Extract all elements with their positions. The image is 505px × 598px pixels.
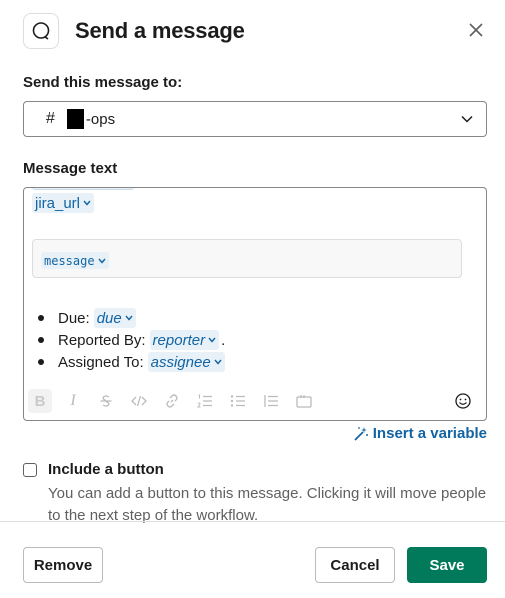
message-editor[interactable]: jira_url message Due: due Reported By: r… <box>23 187 487 421</box>
italic-icon[interactable]: I <box>61 389 85 413</box>
include-button-checkbox[interactable] <box>23 463 37 477</box>
list-item: Reported By: reporter . <box>38 329 225 351</box>
token-jira-url[interactable]: jira_url <box>32 193 95 213</box>
cancel-button[interactable]: Cancel <box>315 547 395 583</box>
footer-divider <box>0 521 505 522</box>
formatting-toolbar: B I <box>28 386 482 416</box>
message-quote-block: message <box>32 239 462 278</box>
code-block-icon[interactable] <box>292 389 316 413</box>
emoji-icon[interactable] <box>452 390 474 412</box>
token-due[interactable]: due <box>93 308 136 328</box>
chevron-down-icon <box>214 359 222 365</box>
remove-button[interactable]: Remove <box>23 547 103 583</box>
token-message[interactable]: message <box>41 252 109 269</box>
cut-off-token <box>32 188 134 190</box>
details-list: Due: due Reported By: reporter . Assigne… <box>38 307 225 373</box>
dialog-title: Send a message <box>75 18 245 43</box>
save-button[interactable]: Save <box>407 547 487 583</box>
magic-wand-icon <box>354 426 368 441</box>
ordered-list-icon[interactable] <box>193 389 217 413</box>
chevron-down-icon <box>83 200 91 206</box>
channel-name: -ops <box>85 110 116 128</box>
token-reporter[interactable]: reporter <box>149 330 220 350</box>
recipient-label: Send this message to: <box>23 74 183 91</box>
bold-icon[interactable]: B <box>28 389 52 413</box>
link-icon[interactable] <box>160 389 184 413</box>
include-button-label: Include a button <box>48 461 164 478</box>
code-icon[interactable] <box>127 389 151 413</box>
channel-select[interactable]: # -ops <box>23 101 487 137</box>
insert-variable-link[interactable]: Insert a variable <box>353 425 487 442</box>
redacted-block <box>66 109 84 129</box>
bulleted-list-icon[interactable] <box>226 389 250 413</box>
chevron-down-icon <box>98 258 106 264</box>
close-icon[interactable] <box>465 19 487 41</box>
list-item: Assigned To: assignee <box>38 351 225 373</box>
chevron-down-icon <box>125 315 133 321</box>
list-item: Due: due <box>38 307 225 329</box>
search-bubble-icon <box>23 13 59 49</box>
hash-icon: # <box>46 110 55 127</box>
strikethrough-icon[interactable] <box>94 389 118 413</box>
message-label: Message text <box>23 160 118 177</box>
indent-icon[interactable] <box>259 389 283 413</box>
chevron-down-icon <box>460 112 474 130</box>
token-assignee[interactable]: assignee <box>147 352 225 372</box>
dialog-header: Send a message <box>23 11 487 51</box>
chevron-down-icon <box>208 337 216 343</box>
